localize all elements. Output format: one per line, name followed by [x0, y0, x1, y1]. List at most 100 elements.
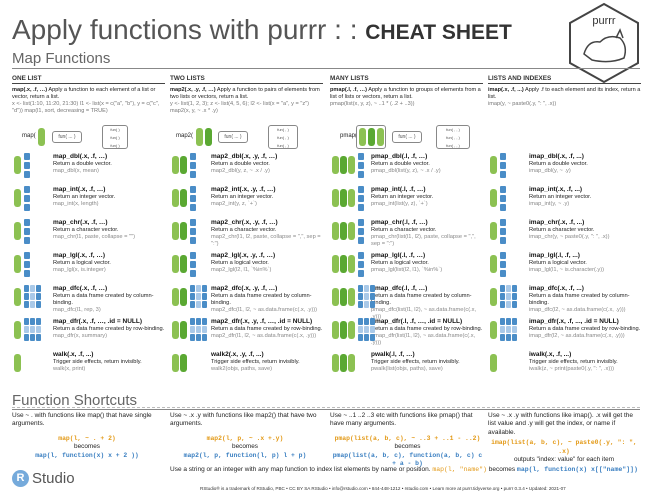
function-example: pmap_dbl(list(y, z), ~ .x / .y): [371, 167, 441, 174]
function-description: Trigger side effects, return invisibly.: [53, 358, 142, 365]
intro-example: x <- list(1:10, 11:20, 21:30) l1 <- list…: [12, 100, 160, 114]
function-description: Trigger side effects, return invisibly.: [371, 358, 460, 365]
function-entry: pmap_dbl(.l, .f, …) Return a double vecto…: [330, 153, 483, 186]
function-name: walk2(.x, .y, .f, ...): [211, 351, 264, 358]
note-text: Use a string or an integer with any map …: [170, 466, 431, 473]
shortcut-becomes: becomes: [232, 443, 258, 451]
intro-example: pmap(list(x, y, z), ~ ..1 * (..2 + ..3)): [330, 100, 415, 107]
list-bar: [377, 128, 384, 146]
function-example: map_chr(l1, paste, collapse = ""): [53, 233, 135, 240]
function-name: imap_dfc(.x, .f, ...): [529, 285, 584, 292]
function-example: map2_dfr(l1, l2, ~ as.data.frame(c(.x, .…: [211, 332, 317, 339]
function-text: pmap_dbl(.l, .f, …) Return a double vecto…: [368, 153, 441, 175]
int-icon: [330, 186, 368, 212]
function-example: pmap_lgl(list(l2, l1), `%in%`): [371, 266, 443, 273]
function-entry: pmap_lgl(.l, .f, …) Return a logical vect…: [330, 252, 483, 285]
function-entry: imap_int(.x, .f, ...) Return an integer v…: [488, 186, 641, 219]
function-description: Return an integer vector.: [53, 193, 116, 200]
rstudio-logo: R: [12, 470, 29, 487]
column-lists-and-indexes: LISTS AND INDEXES imap(.x, .f, ...) Appl…: [488, 75, 641, 108]
note-code: map(l, "name"): [432, 466, 487, 473]
dfr-icon: [12, 318, 50, 344]
function-example: pwalk(list(objs, paths), save): [371, 365, 443, 372]
intro-example: y <- list(1, 2, 3); z <- list(4, 5, 6); …: [170, 100, 309, 114]
function-example: imap_dfr(l2, ~ as.data.frame(c(.x, .y))): [529, 332, 625, 339]
function-text: pmap_chr(.l, .f, …) Return a character ve…: [368, 219, 483, 248]
function-entry: map_dfc(.x, .f, …) Return a data frame cr…: [12, 285, 165, 318]
function-name: map2_dfc(.x, .y, .f, …): [211, 285, 278, 292]
function-text: map2_dfr(.x, .y, .f, …, .id = NULL) Retur…: [208, 318, 322, 340]
dfc-icon: [170, 285, 208, 311]
dfr-icon: [488, 318, 526, 344]
function-name: pwalk(.l, .f, …): [371, 351, 415, 358]
walk-icon: [488, 351, 526, 377]
function-entry: pmap_dfc(.l, .f, …) Return a data frame c…: [330, 285, 483, 320]
chr-icon: [170, 219, 208, 245]
function-description: Return a data frame created by row-bindi…: [371, 325, 483, 332]
map-diagram: map( fun( ... ) fun( ) fun( ) fun( ): [22, 125, 152, 151]
function-example: imap_chr(y, ~ paste0(.y, ": ", .x)): [529, 233, 610, 240]
column-intro: pmap(.l, .f, …) Apply a function to grou…: [330, 87, 483, 108]
chr-icon: [488, 219, 526, 245]
function-description: Return a character vector.: [211, 226, 277, 233]
function-list: imap_dbl(.x, .f, ...) Return a double vec…: [488, 153, 641, 384]
bottom-note: Use a string or an integer with any map …: [170, 466, 638, 473]
column-heading: TWO LISTS: [170, 75, 323, 84]
function-name: imap_chr(.x, .f, ...): [529, 219, 585, 226]
shortcut-single: Use ~ . with functions like map() that h…: [12, 412, 162, 460]
function-example: map2_lgl(l2, l1, `%in%`): [211, 266, 272, 273]
column-intro: map2(.x, .y, .f, …) Apply a function to …: [170, 87, 323, 115]
function-entry: walk(.x, .f, ...) Trigger side effects, r…: [12, 351, 165, 384]
note-code-expanded: map(l, function(x) x[["name"]]): [516, 466, 638, 473]
function-text: pmap_lgl(.l, .f, …) Return a logical vect…: [368, 252, 442, 274]
function-example: walk2(objs, paths, save): [211, 365, 273, 372]
divider: [12, 68, 640, 69]
column-heading: LISTS AND INDEXES: [488, 75, 641, 84]
column-intro: map(.x, .f, …) Apply a function to each …: [12, 87, 165, 115]
function-name: pmap_dfr(.l, .f, …, .id = NULL): [371, 318, 463, 325]
function-description: Return a character vector.: [53, 226, 119, 233]
shortcut-two: Use ~ .x .y with functions like map2() t…: [170, 412, 320, 460]
function-name: map_dfr(.x, .f, …, .id = NULL): [53, 318, 143, 325]
function-description: Return a double vector.: [211, 160, 270, 167]
function-example: map2_dfc(l1, l2, ~ as.data.frame(c(.x, .…: [211, 306, 318, 313]
function-text: imap_chr(.x, .f, ...) Return a character …: [526, 219, 609, 241]
diagram-fn-label: map(: [22, 133, 36, 139]
function-text: map2_dfc(.x, .y, .f, …) Return a data fra…: [208, 285, 323, 314]
function-text: walk2(.x, .y, .f, ...) Trigger side effec…: [208, 351, 300, 373]
lgl-icon: [330, 252, 368, 278]
lgl-icon: [488, 252, 526, 278]
function-name: iwalk(.x, .f, ...): [529, 351, 572, 358]
shortcut-code: pmap(list(a, b, c), ~ ..3 + ..1 - ..2): [334, 434, 481, 442]
function-name: map2_int(.x, .y, .f, …): [211, 186, 276, 193]
section-map-functions: Map Functions: [12, 50, 111, 67]
function-example: imap_dfc(l2, ~ as.data.frame(c(.x, .y))): [529, 306, 626, 313]
column-two-lists: TWO LISTS map2(.x, .y, .f, …) Apply a fu…: [170, 75, 323, 115]
function-text: map_dfc(.x, .f, …) Return a data frame cr…: [50, 285, 165, 314]
function-entry: pwalk(.l, .f, …) Trigger side effects, re…: [330, 351, 483, 384]
function-text: imap_dfr(.x, .f, ..., .id = NULL) Return …: [526, 318, 640, 340]
list-bar: [196, 128, 203, 146]
function-list: map2_dbl(.x, .y, .f, …) Return a double v…: [170, 153, 323, 384]
function-text: pmap_dfr(.l, .f, …, .id = NULL) Return a …: [368, 318, 483, 347]
section-function-shortcuts: Function Shortcuts: [12, 392, 138, 409]
function-example: iwalk(z, ~ print(paste0(.y, ": ", .x))): [529, 365, 614, 372]
function-name: map_dbl(.x, .f, …): [53, 153, 108, 160]
function-name: pmap_dbl(.l, .f, …): [371, 153, 428, 160]
dbl-icon: [170, 153, 208, 179]
dfr-icon: [170, 318, 208, 344]
function-description: Return a logical vector.: [211, 259, 269, 266]
list-bar: [368, 128, 375, 146]
function-name: map_lgl(.x, .f, …): [53, 252, 106, 259]
function-name: pmap_int(.l, .f, …): [371, 186, 426, 193]
function-example: map_lgl(x, is.integer): [53, 266, 106, 273]
function-example: imap_int(y, ~ .y): [529, 200, 570, 207]
function-entry: iwalk(.x, .f, ...) Trigger side effects, …: [488, 351, 641, 384]
intro-fn: map(.x, .f, …): [12, 87, 48, 93]
list-bar: [359, 128, 366, 146]
fun-box: fun( ... ): [392, 131, 422, 143]
result-box: fun( , ) fun( , ) fun( , ): [268, 125, 298, 149]
dfc-icon: [488, 285, 526, 311]
function-entry: walk2(.x, .y, .f, ...) Trigger side effec…: [170, 351, 323, 384]
dbl-icon: [488, 153, 526, 179]
